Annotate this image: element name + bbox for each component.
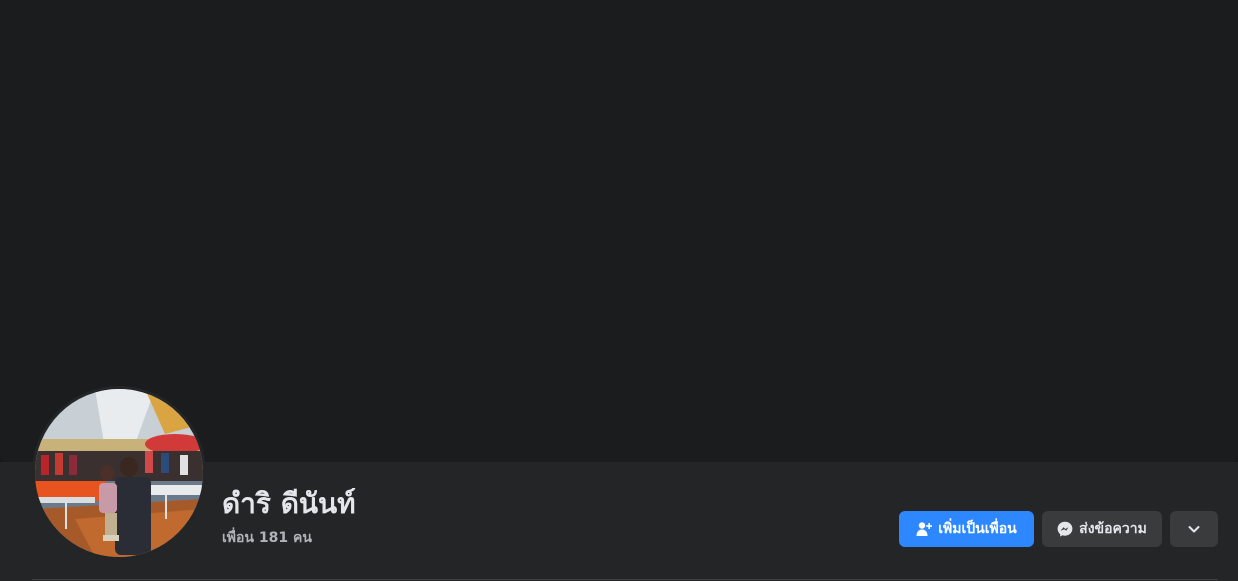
add-friend-label: เพิ่มเป็นเพื่อน: [938, 521, 1017, 537]
avatar-frame[interactable]: [32, 386, 206, 560]
profile-name: ดำริ ดีนันท์: [222, 487, 356, 520]
add-friend-icon: [916, 521, 933, 537]
header-divider: [32, 579, 1218, 580]
friends-count[interactable]: เพื่อน 181 คน: [222, 528, 312, 548]
send-message-label: ส่งข้อความ: [1079, 521, 1147, 537]
messenger-icon: [1057, 521, 1073, 537]
chevron-down-icon: [1187, 522, 1201, 536]
cover-photo[interactable]: [0, 0, 1238, 462]
add-friend-button[interactable]: เพิ่มเป็นเพื่อน: [899, 511, 1034, 547]
more-options-button[interactable]: [1170, 511, 1218, 547]
avatar[interactable]: [35, 389, 203, 557]
send-message-button[interactable]: ส่งข้อความ: [1042, 511, 1162, 547]
avatar-photo: [35, 389, 203, 557]
